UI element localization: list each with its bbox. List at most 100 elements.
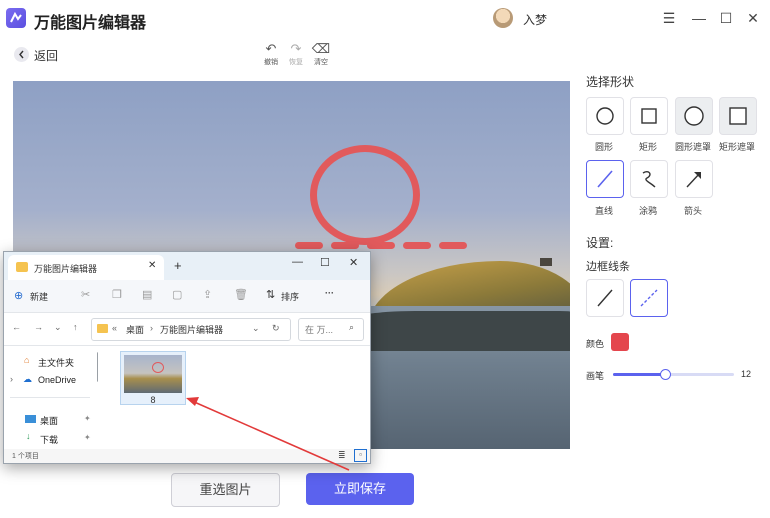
share-icon[interactable]: ⇪ bbox=[203, 288, 212, 301]
home-icon: ⌂ bbox=[24, 355, 30, 365]
eraser-icon: ⌫ bbox=[311, 41, 331, 56]
more-options-button[interactable]: ··· bbox=[325, 288, 334, 298]
up-arrow-icon[interactable]: ↑ bbox=[73, 322, 78, 332]
chevron-down-icon[interactable]: ⌄ bbox=[54, 322, 62, 333]
canvas-photo-house bbox=[540, 258, 552, 266]
search-placeholder: 在 万... bbox=[305, 325, 334, 335]
app-title: 万能图片编辑器 bbox=[34, 15, 147, 32]
nav-item-desktop[interactable]: 桌面 ✦ bbox=[4, 412, 96, 430]
redo-button[interactable]: ↷ 恢复 bbox=[284, 42, 308, 67]
tiles-view-icon[interactable]: ▫ bbox=[354, 449, 367, 462]
dashed-line-icon bbox=[640, 289, 658, 307]
minimize-icon[interactable]: — bbox=[689, 8, 709, 28]
border-line-title: 边框线条 bbox=[586, 261, 630, 273]
shape-rect-button[interactable] bbox=[630, 97, 668, 135]
breadcrumb[interactable]: « 桌面 › 万能图片编辑器 ⌄ ↻ bbox=[91, 318, 291, 341]
thumbnail-circle-mark bbox=[152, 362, 164, 373]
redo-label: 恢复 bbox=[289, 59, 303, 66]
clear-label: 清空 bbox=[314, 59, 328, 66]
maximize-icon[interactable]: ☐ bbox=[320, 256, 330, 269]
forward-arrow-icon[interactable]: → bbox=[34, 322, 43, 332]
explorer-tab-title: 万能图片编辑器 bbox=[34, 264, 98, 274]
breadcrumb-folder[interactable]: 万能图片编辑器 bbox=[160, 323, 223, 336]
select-shape-title: 选择形状 bbox=[586, 75, 635, 89]
close-icon[interactable]: ✕ bbox=[743, 8, 763, 28]
settings-title: 设置: bbox=[586, 236, 614, 250]
sort-button[interactable]: 排序 bbox=[281, 290, 299, 303]
shape-rect-mask-button[interactable] bbox=[719, 97, 757, 135]
cut-icon[interactable]: ✂ bbox=[81, 288, 90, 301]
explorer-tab[interactable]: 万能图片编辑器 ✕ bbox=[8, 255, 164, 280]
drawn-dashed-line[interactable] bbox=[439, 242, 467, 249]
search-icon: ⌕ bbox=[349, 322, 355, 332]
drawn-dashed-line[interactable] bbox=[331, 242, 359, 249]
file-item[interactable]: 8 bbox=[120, 351, 186, 405]
doodle-icon bbox=[642, 170, 656, 188]
drawn-dashed-line[interactable] bbox=[403, 242, 431, 249]
minimize-icon[interactable]: — bbox=[292, 256, 303, 268]
shape-label: 直线 bbox=[594, 206, 613, 216]
title-bar: 万能图片编辑器 入梦 ☰ — ☐ ✕ bbox=[0, 0, 770, 36]
file-explorer-window[interactable]: 万能图片编辑器 ✕ + — ☐ ✕ ⊕ 新建 ✂ ❐ ▤ ▢ ⇪ 🗑 ⇅ 排序 … bbox=[3, 251, 371, 464]
username[interactable]: 入梦 bbox=[523, 11, 547, 28]
shape-label: 矩形 bbox=[638, 142, 657, 152]
drawn-dashed-line[interactable] bbox=[367, 242, 395, 249]
nav-label: 桌面 bbox=[40, 416, 59, 426]
refresh-icon[interactable]: ↻ bbox=[272, 323, 280, 334]
paste-icon[interactable]: ▤ bbox=[142, 288, 152, 301]
nav-item-onedrive[interactable]: › ☁ OneDrive bbox=[4, 373, 96, 391]
avatar[interactable] bbox=[493, 8, 513, 28]
new-tab-icon[interactable]: + bbox=[174, 258, 182, 273]
undo-button[interactable]: ↶ 撤销 bbox=[259, 42, 283, 67]
download-icon: ↓ bbox=[26, 431, 31, 441]
brush-slider-fill bbox=[613, 373, 666, 376]
nav-item-downloads[interactable]: ↓ 下载 ✦ bbox=[4, 431, 96, 449]
color-label: 颜色 bbox=[586, 339, 605, 349]
brush-slider-handle[interactable] bbox=[660, 369, 672, 380]
folder-icon bbox=[97, 324, 108, 333]
details-view-icon[interactable]: ≣ bbox=[338, 450, 346, 461]
nav-item-home[interactable]: ⌂ 主文件夹 bbox=[4, 354, 96, 372]
back-button[interactable] bbox=[14, 47, 29, 62]
chevron-down-icon[interactable]: ⌄ bbox=[252, 323, 260, 334]
explorer-content-pane: 8 bbox=[98, 346, 370, 449]
dashed-line-button[interactable] bbox=[630, 279, 668, 317]
nav-label: 下载 bbox=[40, 435, 59, 445]
maximize-icon[interactable]: ☐ bbox=[716, 8, 736, 28]
shape-circle-mask-button[interactable] bbox=[675, 97, 713, 135]
save-now-button[interactable]: 立即保存 bbox=[306, 473, 414, 505]
clear-button[interactable]: ⌫ 清空 bbox=[309, 42, 333, 67]
pin-icon[interactable]: ✦ bbox=[84, 414, 91, 423]
color-swatch[interactable] bbox=[611, 333, 629, 351]
new-button[interactable]: 新建 bbox=[30, 290, 48, 303]
breadcrumb-overflow[interactable]: « bbox=[112, 323, 117, 333]
drawn-dashed-line[interactable] bbox=[295, 242, 323, 249]
copy-icon[interactable]: ❐ bbox=[112, 288, 122, 301]
shape-circle-button[interactable] bbox=[586, 97, 624, 135]
line-icon bbox=[597, 170, 613, 188]
back-label[interactable]: 返回 bbox=[34, 47, 58, 64]
shape-arrow-button[interactable] bbox=[675, 160, 713, 198]
nav-label: OneDrive bbox=[38, 375, 77, 385]
shape-doodle-button[interactable] bbox=[630, 160, 668, 198]
chevron-right-icon[interactable]: › bbox=[10, 374, 13, 384]
rename-icon[interactable]: ▢ bbox=[172, 288, 182, 301]
cloud-icon: ☁ bbox=[23, 374, 32, 384]
breadcrumb-desktop[interactable]: 桌面 bbox=[126, 323, 144, 336]
delete-icon[interactable]: 🗑 bbox=[234, 288, 248, 301]
square-icon bbox=[641, 108, 657, 124]
item-count: 1 个项目 bbox=[12, 453, 39, 460]
tab-close-icon[interactable]: ✕ bbox=[148, 260, 156, 271]
menu-icon[interactable]: ☰ bbox=[659, 8, 679, 28]
search-input[interactable]: 在 万... ⌕ bbox=[298, 318, 364, 341]
status-bar: 1 个项目 ≣ ▫ bbox=[4, 449, 370, 463]
close-icon[interactable]: ✕ bbox=[349, 256, 358, 269]
shape-line-button[interactable] bbox=[586, 160, 624, 198]
back-arrow-icon[interactable]: ← bbox=[12, 322, 21, 332]
solid-line-icon bbox=[597, 289, 613, 307]
solid-line-button[interactable] bbox=[586, 279, 624, 317]
reselect-image-button[interactable]: 重选图片 bbox=[171, 473, 280, 507]
explorer-toolbar: ⊕ 新建 ✂ ❐ ▤ ▢ ⇪ 🗑 ⇅ 排序 ··· bbox=[4, 280, 370, 313]
drawn-circle-shape[interactable] bbox=[310, 145, 420, 245]
pin-icon[interactable]: ✦ bbox=[84, 433, 91, 442]
